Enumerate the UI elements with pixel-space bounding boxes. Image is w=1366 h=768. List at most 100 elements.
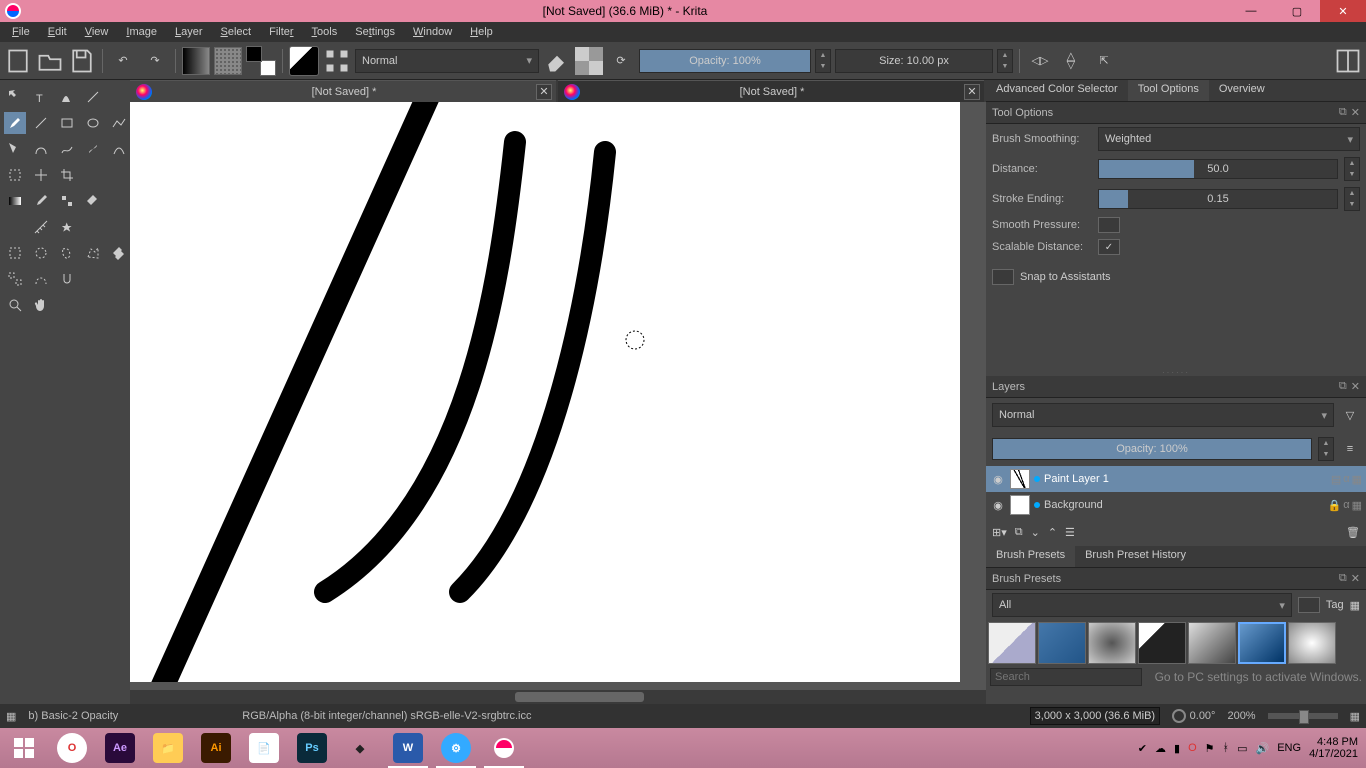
document-tab-2[interactable]: [Not Saved] * ✕ xyxy=(558,80,984,102)
preset-pencil[interactable] xyxy=(1038,622,1086,664)
visibility-icon[interactable]: ◉ xyxy=(990,499,1006,512)
gradient-swatch[interactable] xyxy=(182,47,210,75)
menu-edit[interactable]: Edit xyxy=(40,24,75,40)
tool-bezier-select[interactable] xyxy=(30,268,52,290)
tool-gradient[interactable] xyxy=(4,190,26,212)
scalable-distance-checkbox[interactable]: ✓ xyxy=(1098,239,1120,255)
tool-assistant[interactable] xyxy=(4,216,26,238)
tool-calligraphy[interactable] xyxy=(56,86,78,108)
preset-options-icon[interactable]: ▦ xyxy=(1350,599,1360,612)
select-mode-icon[interactable]: ▦ xyxy=(6,710,16,723)
redo-icon[interactable]: ↷ xyxy=(141,47,169,75)
layer-menu-icon[interactable]: ▤ xyxy=(1331,473,1341,486)
tray-lang[interactable]: ENG xyxy=(1277,742,1301,754)
tool-ellipse-select[interactable] xyxy=(30,242,52,264)
preset-soft[interactable] xyxy=(1088,622,1136,664)
smooth-pressure-checkbox[interactable] xyxy=(1098,217,1120,233)
layer-properties-icon[interactable]: ≡ xyxy=(1340,435,1360,463)
taskbar-settings[interactable]: ⚙ xyxy=(432,728,480,768)
tag-checkbox[interactable] xyxy=(1298,597,1320,613)
tool-move[interactable] xyxy=(4,164,26,186)
tool-measure[interactable] xyxy=(30,216,52,238)
taskbar-aftereffects[interactable]: Ae xyxy=(96,728,144,768)
tool-magnetic-select[interactable] xyxy=(56,268,78,290)
undo-icon[interactable]: ↶ xyxy=(109,47,137,75)
distance-slider[interactable]: 50.0 xyxy=(1098,159,1338,179)
menu-filter[interactable]: Filter xyxy=(261,24,301,40)
stroke-ending-slider[interactable]: 0.15 xyxy=(1098,189,1338,209)
taskbar-notepad[interactable]: 📄 xyxy=(240,728,288,768)
brush-smoothing-dropdown[interactable]: Weighted xyxy=(1098,127,1360,151)
float-icon[interactable]: ⧉ xyxy=(1339,380,1347,393)
tool-freehand-select[interactable] xyxy=(56,242,78,264)
tool-reference[interactable] xyxy=(56,216,78,238)
tool-ellipse[interactable] xyxy=(82,112,104,134)
move-up-icon[interactable]: ⌃ xyxy=(1048,526,1057,539)
tool-rect[interactable] xyxy=(56,112,78,134)
add-layer-icon[interactable]: ⊞▾ xyxy=(992,526,1007,539)
filter-layers-icon[interactable]: ▽ xyxy=(1340,401,1360,429)
duplicate-layer-icon[interactable]: ⧉ xyxy=(1015,526,1023,539)
tray-shield-icon[interactable]: ✔ xyxy=(1138,742,1147,755)
distance-spinner[interactable]: ▲▼ xyxy=(1344,157,1360,181)
canvas[interactable] xyxy=(130,102,986,690)
new-doc-icon[interactable] xyxy=(4,47,32,75)
tool-move-layer[interactable] xyxy=(30,164,52,186)
tray-bluetooth-icon[interactable]: ᚼ xyxy=(1223,742,1230,754)
eraser-mode-icon[interactable] xyxy=(543,47,571,75)
preset-ink[interactable] xyxy=(1138,622,1186,664)
tray-battery-icon[interactable]: ▭ xyxy=(1237,742,1247,755)
zoom-menu-icon[interactable]: ▦ xyxy=(1350,710,1360,723)
opacity-slider[interactable]: Opacity: 100% xyxy=(639,49,811,73)
panel-gripper[interactable]: ······ xyxy=(986,368,1366,376)
alpha-lock-icon[interactable] xyxy=(575,47,603,75)
close-panel-icon[interactable]: ✕ xyxy=(1351,380,1360,393)
taskbar-opera[interactable]: O xyxy=(48,728,96,768)
wrap-icon[interactable]: ⇱ xyxy=(1090,47,1118,75)
preset-search-input[interactable] xyxy=(990,668,1142,686)
tool-contiguous-select[interactable] xyxy=(108,242,130,264)
taskbar-photoshop[interactable]: Ps xyxy=(288,728,336,768)
tool-poly-select[interactable] xyxy=(82,242,104,264)
preset-pen[interactable] xyxy=(1188,622,1236,664)
menu-help[interactable]: Help xyxy=(462,24,501,40)
float-icon[interactable]: ⧉ xyxy=(1339,572,1347,585)
taskbar-explorer[interactable]: 📁 xyxy=(144,728,192,768)
preset-airbrush[interactable] xyxy=(1288,622,1336,664)
size-spinner[interactable]: ▲▼ xyxy=(997,49,1013,73)
tool-bezier[interactable] xyxy=(30,138,52,160)
rotation-reset-icon[interactable] xyxy=(1172,709,1186,723)
layer-blend-dropdown[interactable]: Normal xyxy=(992,403,1334,427)
layer-menu-icon[interactable]: ▦ xyxy=(1352,499,1362,512)
alpha-icon[interactable]: α xyxy=(1343,499,1349,512)
menu-window[interactable]: Window xyxy=(405,24,460,40)
start-button[interactable] xyxy=(0,728,48,768)
close-tab-icon[interactable]: ✕ xyxy=(964,84,980,100)
tray-volume-icon[interactable]: 🔊 xyxy=(1256,742,1270,755)
close-button[interactable]: ✕ xyxy=(1320,0,1366,22)
tool-multibrush[interactable] xyxy=(108,138,130,160)
zoom-slider[interactable] xyxy=(1268,713,1338,719)
tool-zoom[interactable] xyxy=(4,294,26,316)
menu-file[interactable]: File xyxy=(4,24,38,40)
open-doc-icon[interactable] xyxy=(36,47,64,75)
tool-color-picker[interactable] xyxy=(30,190,52,212)
tab-brush-presets[interactable]: Brush Presets xyxy=(986,546,1075,567)
minimize-button[interactable]: — xyxy=(1228,0,1274,22)
save-doc-icon[interactable] xyxy=(68,47,96,75)
taskbar-krita[interactable] xyxy=(480,728,528,768)
tool-brush[interactable] xyxy=(4,112,26,134)
brush-preview[interactable] xyxy=(289,46,319,76)
tool-smart-fill[interactable] xyxy=(82,190,104,212)
pattern-swatch[interactable] xyxy=(214,47,242,75)
close-panel-icon[interactable]: ✕ xyxy=(1351,572,1360,585)
maximize-button[interactable]: ▢ xyxy=(1274,0,1320,22)
lock-icon[interactable]: ▦ xyxy=(1352,473,1362,486)
blend-mode-dropdown[interactable]: Normal xyxy=(355,49,539,73)
tray-flag-icon[interactable]: ⚑ xyxy=(1205,742,1215,755)
tool-edit-shapes[interactable] xyxy=(82,86,104,108)
tool-transform[interactable] xyxy=(4,86,26,108)
tool-pan[interactable] xyxy=(30,294,52,316)
status-dims-input[interactable] xyxy=(1030,707,1160,725)
tab-brush-history[interactable]: Brush Preset History xyxy=(1075,546,1196,567)
